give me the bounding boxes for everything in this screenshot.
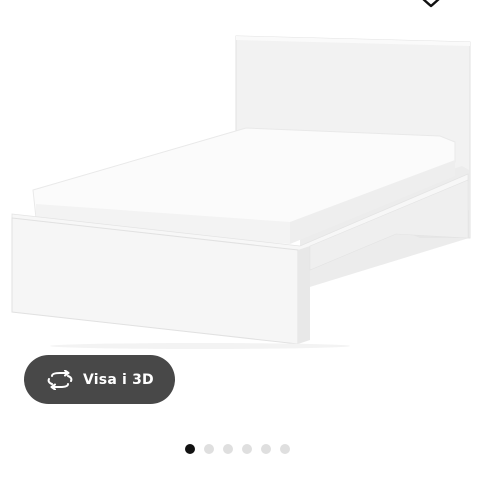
carousel-dot-6[interactable] — [280, 443, 290, 454]
carousel-dot-2[interactable] — [204, 443, 214, 454]
rotate-3d-icon — [47, 369, 73, 390]
view-3d-label: Visa i 3D — [83, 371, 154, 388]
product-image[interactable] — [0, 0, 480, 360]
carousel-dot-1[interactable] — [185, 443, 195, 454]
carousel-dots — [185, 443, 290, 454]
heart-icon[interactable] — [416, 0, 446, 10]
product-gallery: Visa i 3D — [0, 0, 480, 480]
carousel-dot-4[interactable] — [242, 443, 252, 454]
carousel-dot-5[interactable] — [261, 443, 271, 454]
carousel-dot-3[interactable] — [223, 443, 233, 454]
view-3d-button[interactable]: Visa i 3D — [24, 355, 175, 404]
